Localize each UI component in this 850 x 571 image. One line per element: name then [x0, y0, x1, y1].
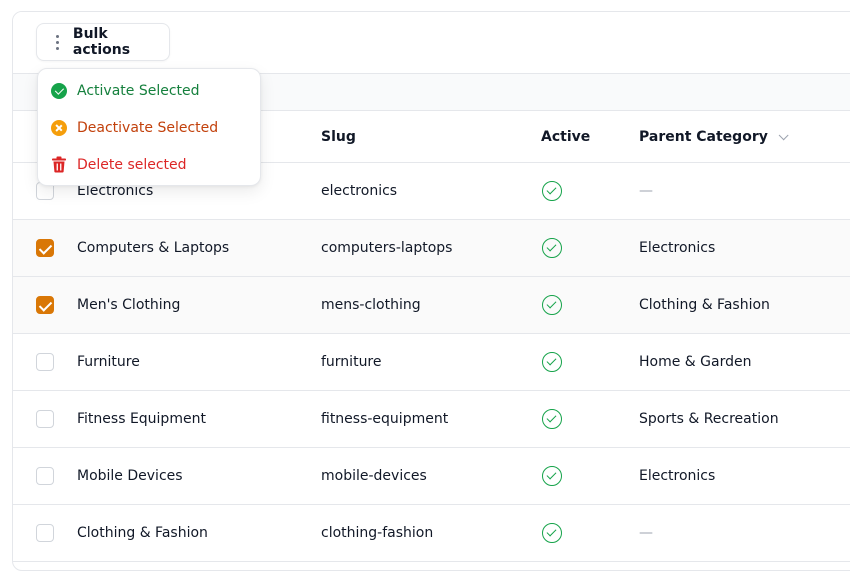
parent-category: Sports & Recreation [639, 411, 779, 427]
category-name: Mobile Devices [77, 468, 183, 484]
parent-category: Clothing & Fashion [639, 297, 770, 313]
column-header-slug[interactable]: Slug [321, 111, 356, 163]
parent-category: Electronics [639, 240, 716, 256]
check-circle-icon [542, 238, 562, 258]
category-name: Furniture [77, 354, 140, 370]
active-status [542, 220, 562, 276]
bulk-actions-menu: Activate Selected Deactivate Selected De… [37, 68, 261, 186]
category-name: Computers & Laptops [77, 240, 230, 256]
row-checkbox[interactable] [36, 410, 54, 428]
active-status [542, 334, 562, 390]
check-circle-icon [542, 466, 562, 486]
activate-selected-menu-item[interactable]: Activate Selected [38, 72, 260, 109]
delete-selected-menu-item[interactable]: Delete selected [38, 146, 260, 183]
category-slug: mens-clothing [321, 297, 421, 313]
table-row[interactable]: Clothing & Fashion clothing-fashion — [13, 505, 850, 562]
active-status [542, 163, 562, 219]
row-checkbox[interactable] [36, 524, 54, 542]
row-checkbox[interactable] [36, 467, 54, 485]
parent-category: — [639, 525, 653, 541]
active-status [542, 277, 562, 333]
check-circle-icon [542, 409, 562, 429]
active-status [542, 391, 562, 447]
table-row[interactable]: Mobile Devices mobile-devices Electronics [13, 448, 850, 505]
parent-category: — [639, 183, 653, 199]
chevron-down-icon [778, 129, 789, 140]
column-header-active[interactable]: Active [541, 111, 590, 163]
category-slug: furniture [321, 354, 382, 370]
row-checkbox[interactable] [36, 296, 54, 314]
category-name: Clothing & Fashion [77, 525, 208, 541]
check-circle-icon [542, 352, 562, 372]
table-row[interactable]: Men's Clothing mens-clothing Clothing & Fa… [13, 277, 850, 334]
deactivate-selected-menu-item[interactable]: Deactivate Selected [38, 109, 260, 146]
table-toolbar: Bulk actions [13, 12, 850, 73]
category-slug: computers-laptops [321, 240, 453, 256]
category-name: Fitness Equipment [77, 411, 206, 427]
table-row[interactable]: Computers & Laptops computers-laptops Elec… [13, 220, 850, 277]
category-slug: electronics [321, 183, 398, 199]
column-header-parent-category[interactable]: Parent Category [639, 111, 789, 163]
table-row[interactable]: Fitness Equipment fitness-equipment Sports… [13, 391, 850, 448]
bulk-actions-label: Bulk actions [72, 26, 131, 58]
table-row[interactable]: Furniture furniture Home & Garden [13, 334, 850, 391]
parent-category: Electronics [639, 468, 716, 484]
check-circle-icon [542, 523, 562, 543]
category-slug: mobile-devices [321, 468, 427, 484]
category-name: Men's Clothing [77, 297, 181, 313]
check-circle-icon [542, 295, 562, 315]
check-circle-icon [51, 82, 67, 99]
trash-icon [52, 156, 66, 173]
active-status [542, 448, 562, 504]
check-circle-icon [542, 181, 562, 201]
x-circle-icon [51, 119, 67, 136]
category-slug: fitness-equipment [321, 411, 449, 427]
row-checkbox[interactable] [36, 353, 54, 371]
category-slug: clothing-fashion [321, 525, 434, 541]
row-checkbox[interactable] [36, 239, 54, 257]
bulk-actions-button[interactable]: Bulk actions [36, 23, 170, 61]
active-status [542, 505, 562, 561]
kebab-menu-icon [51, 34, 63, 50]
parent-category: Home & Garden [639, 354, 752, 370]
